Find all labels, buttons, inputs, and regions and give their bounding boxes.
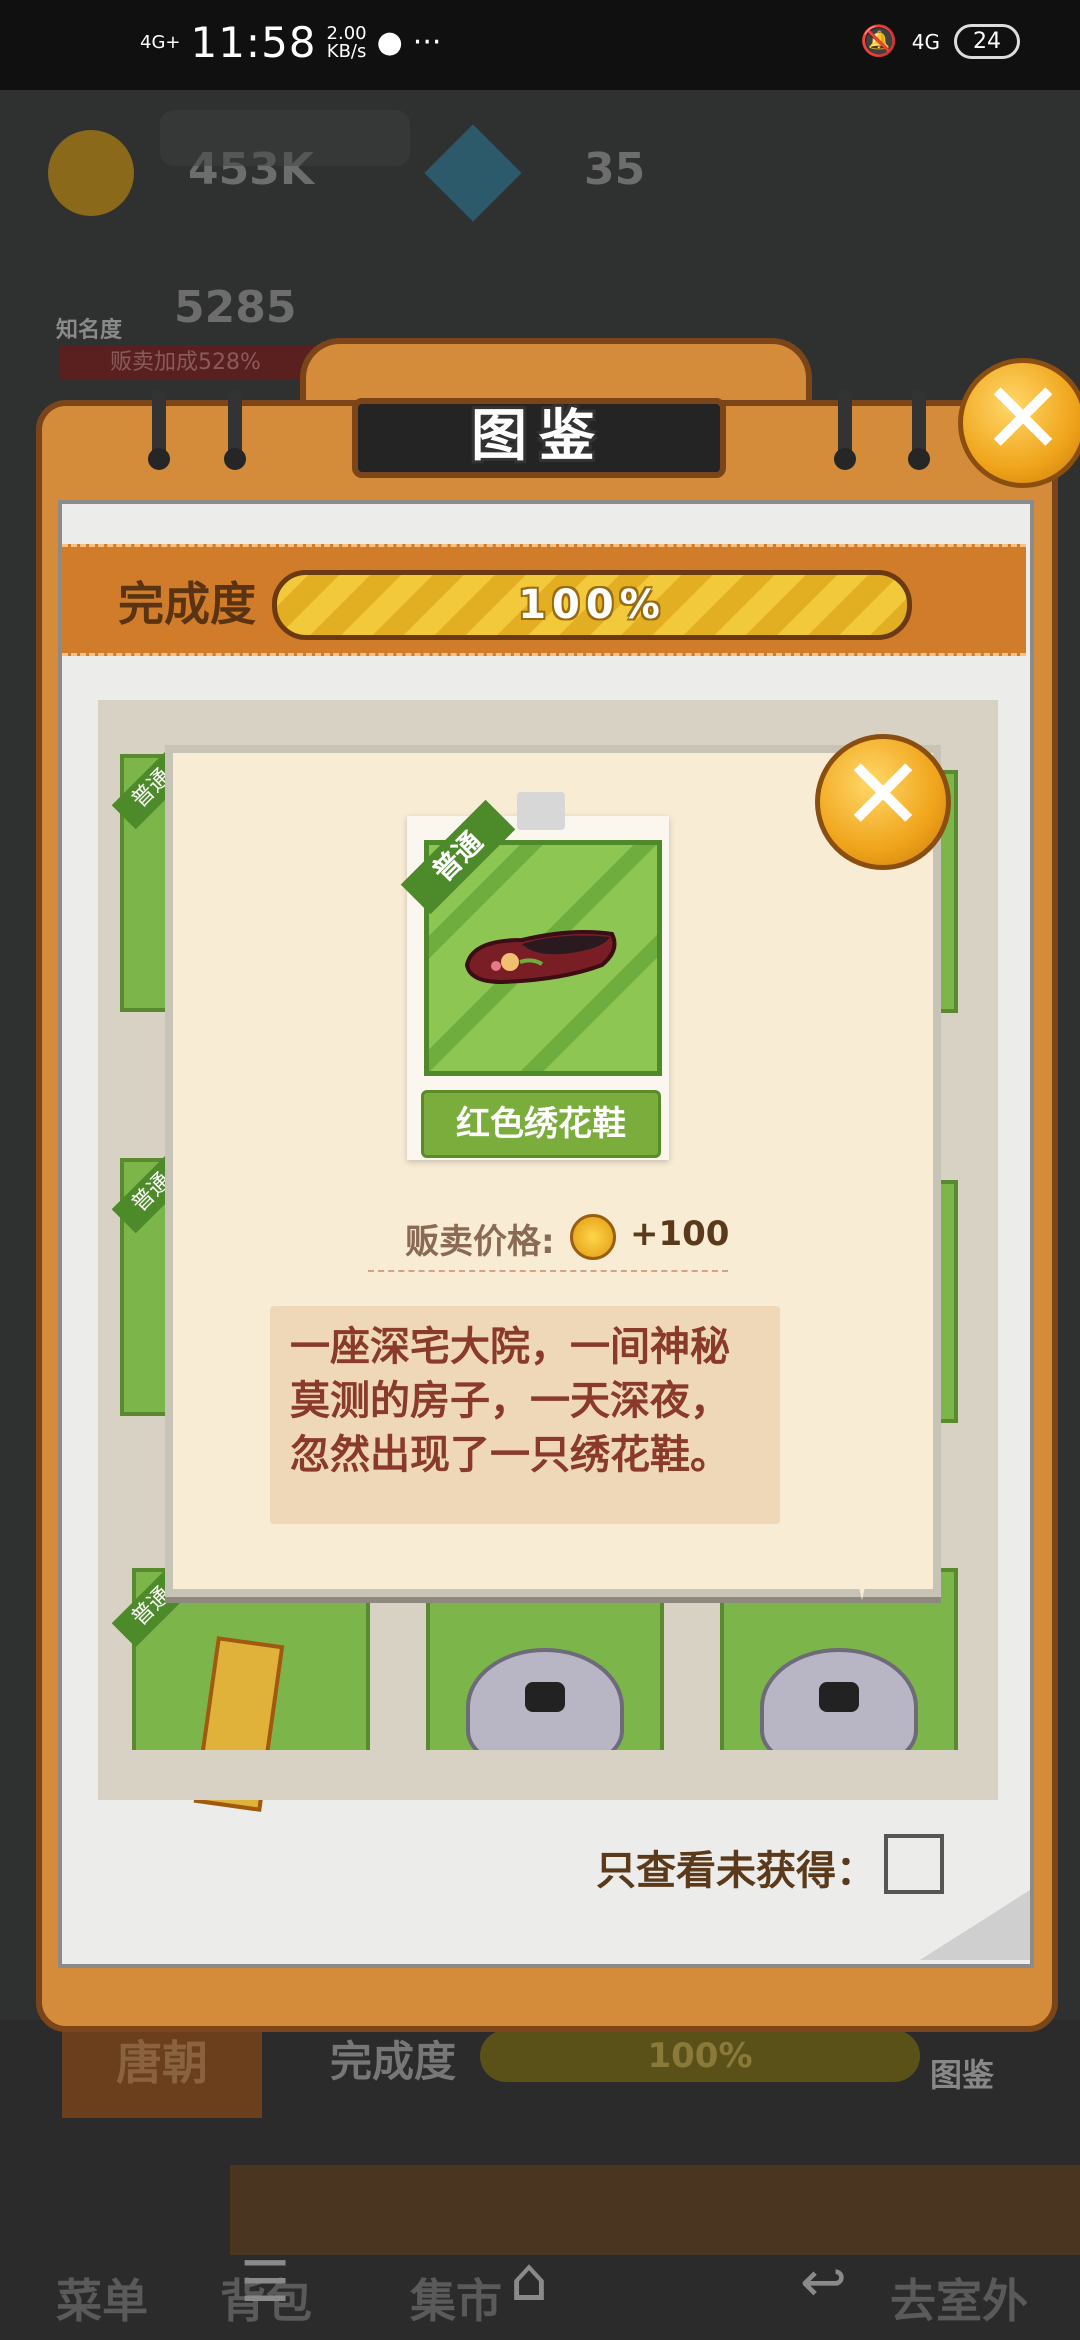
back-nav-icon[interactable]: ↩ (800, 2250, 847, 2315)
coin-icon (570, 1214, 616, 1260)
home-nav-icon[interactable]: ⌂ (510, 2245, 548, 2315)
more-icon: ··· (412, 25, 442, 60)
ghost-icon (760, 1648, 918, 1766)
binder-ring (908, 390, 930, 470)
progress-label: 完成度 (118, 577, 256, 631)
binder-ring (834, 390, 856, 470)
ghost-icon (466, 1648, 624, 1766)
battery-indicator: 24 (954, 24, 1020, 59)
item-description: 一座深宅大院，一间神秘莫测的房子，一天深夜，忽然出现了一只绣花鞋。 (270, 1306, 780, 1524)
close-popup-button[interactable]: ✕ (815, 734, 951, 870)
close-panel-button[interactable]: ✕ (958, 358, 1080, 488)
bg-strip (230, 2165, 1080, 2255)
embroidered-shoe-icon (464, 930, 617, 985)
fame-label: 知名度 (56, 318, 123, 343)
price-label: 贩卖价格: (405, 1222, 555, 1262)
binder-ring (148, 390, 170, 470)
signal-icon: 4G+ (140, 31, 181, 53)
bg-progress-bar: 100% (480, 2030, 920, 2082)
network-speed: 2.00 KB/s (326, 22, 367, 62)
close-icon: ✕ (841, 736, 925, 853)
divider (368, 1270, 728, 1272)
bg-tujian-label: 图鉴 (930, 2056, 995, 2094)
fame-value: 5285 (174, 282, 297, 333)
close-icon: ✕ (981, 360, 1065, 477)
filter-label: 只查看未获得： (596, 1848, 876, 1894)
qq-icon: ● (376, 25, 403, 60)
page-curl (920, 1890, 1030, 1960)
nav-market: 集市 (410, 2274, 502, 2328)
mute-bell-icon: 🔕 (860, 24, 898, 59)
grid-bottom-edge (98, 1750, 998, 1800)
network-type: 4G (911, 29, 940, 54)
bg-progress-label: 完成度 (330, 2037, 457, 2086)
item-name: 红色绣花鞋 (421, 1090, 661, 1158)
clock: 11:58 (190, 18, 317, 67)
unobtained-only-checkbox[interactable] (884, 1834, 944, 1894)
panel-title: 图鉴 (352, 398, 726, 478)
binder-ring (224, 390, 246, 470)
completion-progress-bar: 100% (272, 570, 912, 640)
coin-icon (48, 130, 134, 216)
status-bar: 4G+ 11:58 2.00 KB/s ● ··· 🔕 4G 24 (0, 0, 1080, 90)
paper-clip-icon (517, 792, 565, 830)
nav-menu: 菜单 (56, 2274, 148, 2328)
menu-nav-icon[interactable]: ☰ (240, 2250, 290, 2315)
gem-count: 35 (584, 144, 646, 195)
price-value: +100 (630, 1214, 730, 1254)
popup-tail (848, 1540, 876, 1600)
nav-outdoor: 去室外 (890, 2274, 1028, 2328)
coin-bar (160, 110, 410, 166)
